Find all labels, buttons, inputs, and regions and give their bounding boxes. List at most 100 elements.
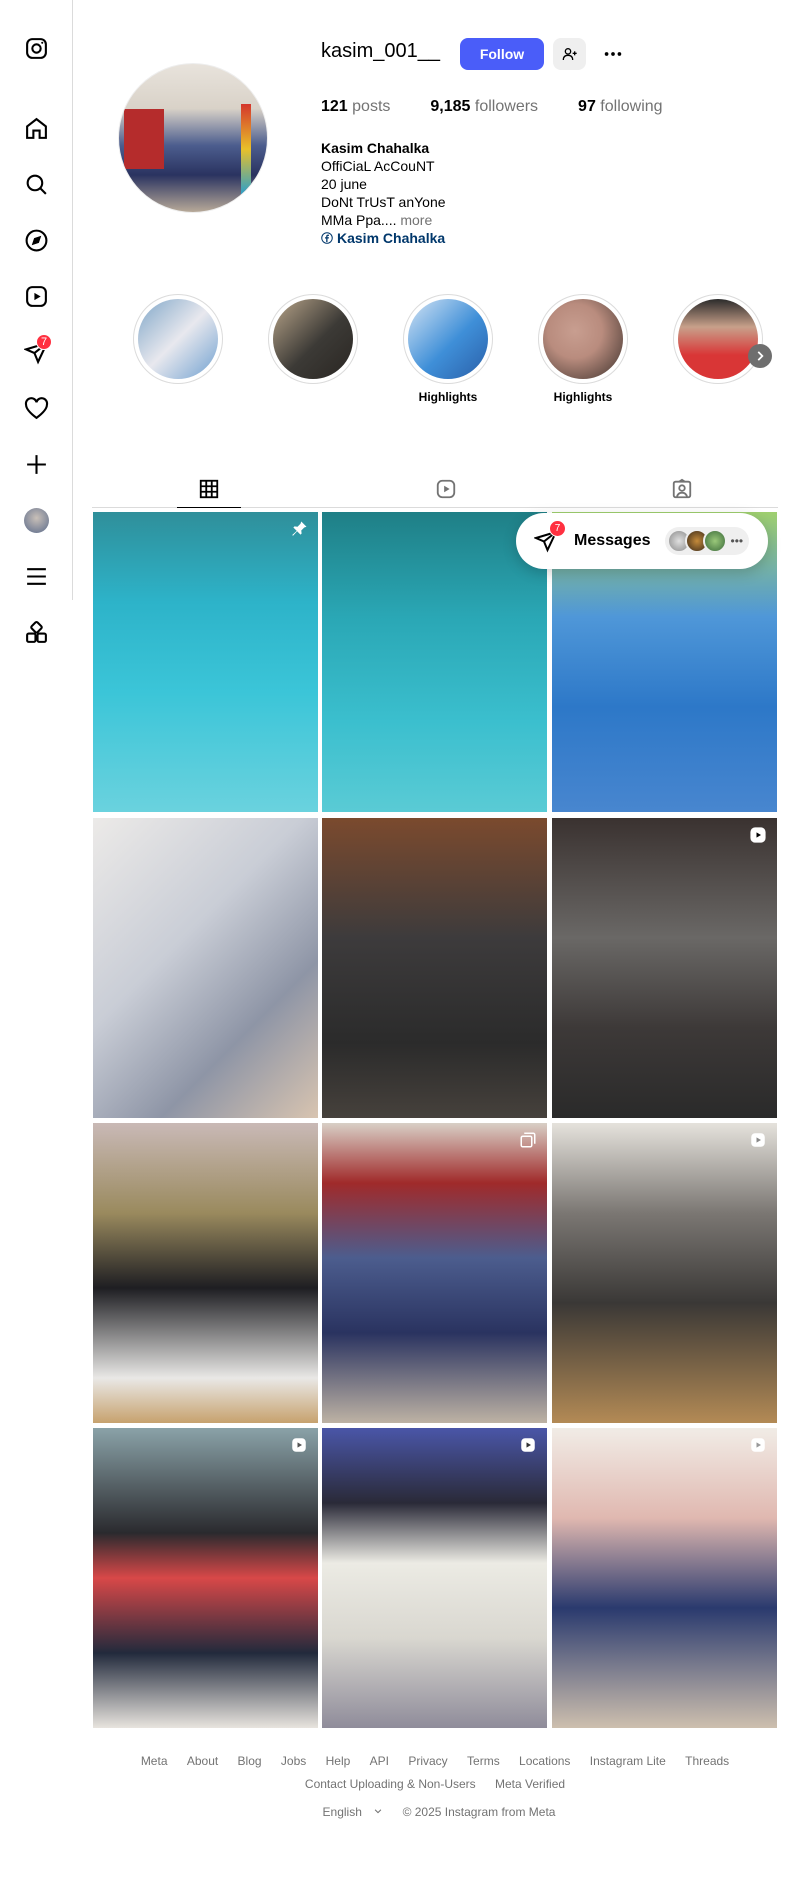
footer-link[interactable]: Meta — [141, 1754, 168, 1768]
photo-detail — [124, 109, 164, 169]
highlights-next-button[interactable] — [748, 344, 772, 368]
highlight-cover — [543, 299, 623, 379]
messages-icon[interactable]: 7 — [18, 334, 54, 370]
bio-line: MMa Ppa.... — [321, 212, 401, 228]
footer-link[interactable]: API — [370, 1754, 389, 1768]
tab-reels[interactable] — [414, 470, 478, 508]
post-thumbnail[interactable] — [93, 1123, 318, 1423]
footer-link[interactable]: Terms — [467, 1754, 500, 1768]
footer-link[interactable]: Threads — [685, 1754, 729, 1768]
post-thumbnail[interactable] — [322, 1123, 547, 1423]
language-label: English — [322, 1805, 362, 1819]
post-image — [552, 818, 777, 1118]
footer-link[interactable]: Privacy — [408, 1754, 447, 1768]
chevron-right-icon — [757, 351, 764, 361]
highlight-label: Highlights — [553, 390, 613, 404]
post-thumbnail[interactable] — [552, 1428, 777, 1728]
avatar — [702, 529, 727, 553]
post-thumbnail[interactable] — [552, 818, 777, 1118]
post-image — [93, 818, 318, 1118]
highlight-item[interactable] — [268, 294, 358, 390]
messages-icon: 7 — [532, 520, 566, 555]
notifications-icon[interactable] — [18, 390, 54, 426]
facebook-link[interactable]: Kasim Chahalka — [321, 229, 446, 247]
tab-posts[interactable] — [177, 470, 241, 508]
search-icon[interactable] — [18, 166, 54, 202]
reels-icon[interactable] — [18, 278, 54, 314]
posts-count-label: posts — [352, 98, 391, 115]
post-image — [322, 818, 547, 1118]
also-from-meta-icon[interactable] — [18, 614, 54, 650]
pinned-icon — [292, 521, 307, 536]
carousel-icon — [520, 1132, 536, 1148]
highlight-cover — [138, 299, 218, 379]
post-image — [93, 512, 318, 812]
facebook-link-label: Kasim Chahalka — [337, 230, 446, 246]
highlight-cover — [678, 299, 758, 379]
highlight-ring — [403, 294, 493, 384]
sidebar: 7 — [0, 0, 73, 643]
highlight-ring — [538, 294, 628, 384]
post-thumbnail[interactable] — [93, 818, 318, 1118]
reel-icon — [292, 1438, 306, 1452]
footer-link[interactable]: About — [187, 1754, 218, 1768]
post-thumbnail[interactable] — [322, 1428, 547, 1728]
posts-count: 121 posts — [321, 98, 390, 116]
highlight-item[interactable] — [133, 294, 223, 390]
copyright: © 2025 Instagram from Meta — [402, 1805, 556, 1819]
footer-link[interactable]: Meta Verified — [495, 1777, 565, 1791]
bio-line: OffiCiaL AcCouNT — [321, 158, 435, 174]
highlight-item[interactable]: Highlights — [403, 294, 493, 404]
profile-picture[interactable] — [118, 63, 268, 213]
footer-link[interactable]: Help — [326, 1754, 351, 1768]
home-icon[interactable] — [18, 110, 54, 146]
posts-count-value: 121 — [321, 98, 348, 115]
post-thumbnail[interactable] — [93, 512, 318, 812]
highlight-label: Highlights — [418, 390, 478, 404]
options-button[interactable] — [597, 38, 629, 70]
following-count-value: 97 — [578, 98, 596, 115]
instagram-logo-icon[interactable] — [18, 30, 54, 66]
more-menu-icon[interactable] — [18, 558, 54, 594]
highlight-item[interactable]: Highlights — [538, 294, 628, 404]
bio-line: DoNt TrUsT anYone — [321, 194, 446, 210]
footer-link[interactable]: Contact Uploading & Non-Users — [305, 1777, 476, 1791]
footer-link[interactable]: Instagram Lite — [590, 1754, 666, 1768]
post-image — [552, 1123, 777, 1423]
profile-bio: Kasim Chahalka OffiCiaL AcCouNT 20 june … — [321, 139, 446, 247]
messages-label: Messages — [574, 532, 651, 549]
follow-button[interactable]: Follow — [460, 38, 544, 70]
suggested-accounts-button[interactable] — [553, 38, 586, 70]
tagged-icon — [672, 478, 692, 499]
tab-tagged[interactable] — [650, 470, 714, 508]
profile-avatar[interactable] — [18, 502, 54, 538]
footer-link[interactable]: Locations — [519, 1754, 570, 1768]
footer-link[interactable]: Jobs — [281, 1754, 306, 1768]
footer-link[interactable]: Blog — [238, 1754, 262, 1768]
create-icon[interactable] — [18, 446, 54, 482]
post-thumbnail[interactable] — [322, 818, 547, 1118]
highlight-cover — [273, 299, 353, 379]
bio-line: 20 june — [321, 176, 367, 192]
post-image — [322, 1428, 547, 1728]
explore-icon[interactable] — [18, 222, 54, 258]
bio-line-last: MMa Ppa.... more — [321, 211, 446, 229]
profile-username: kasim_001__ — [321, 40, 440, 62]
post-thumbnail[interactable] — [93, 1428, 318, 1728]
reels-icon — [436, 479, 456, 499]
post-thumbnail[interactable] — [322, 512, 547, 812]
language-selector[interactable]: English — [315, 1805, 384, 1819]
reel-icon — [751, 1133, 765, 1147]
post-image — [93, 1123, 318, 1423]
followers-count[interactable]: 9,185 followers — [430, 98, 538, 116]
highlight-ring — [133, 294, 223, 384]
messages-pill[interactable]: 7 Messages ••• — [516, 513, 768, 569]
bio-more-link[interactable]: more — [400, 212, 432, 228]
post-thumbnail[interactable] — [552, 1123, 777, 1423]
followers-count-value: 9,185 — [430, 98, 471, 115]
highlight-item[interactable] — [673, 294, 763, 390]
avatar — [23, 507, 49, 533]
following-count[interactable]: 97 following — [578, 98, 663, 116]
post-image — [322, 1123, 547, 1423]
reel-icon — [521, 1438, 535, 1452]
